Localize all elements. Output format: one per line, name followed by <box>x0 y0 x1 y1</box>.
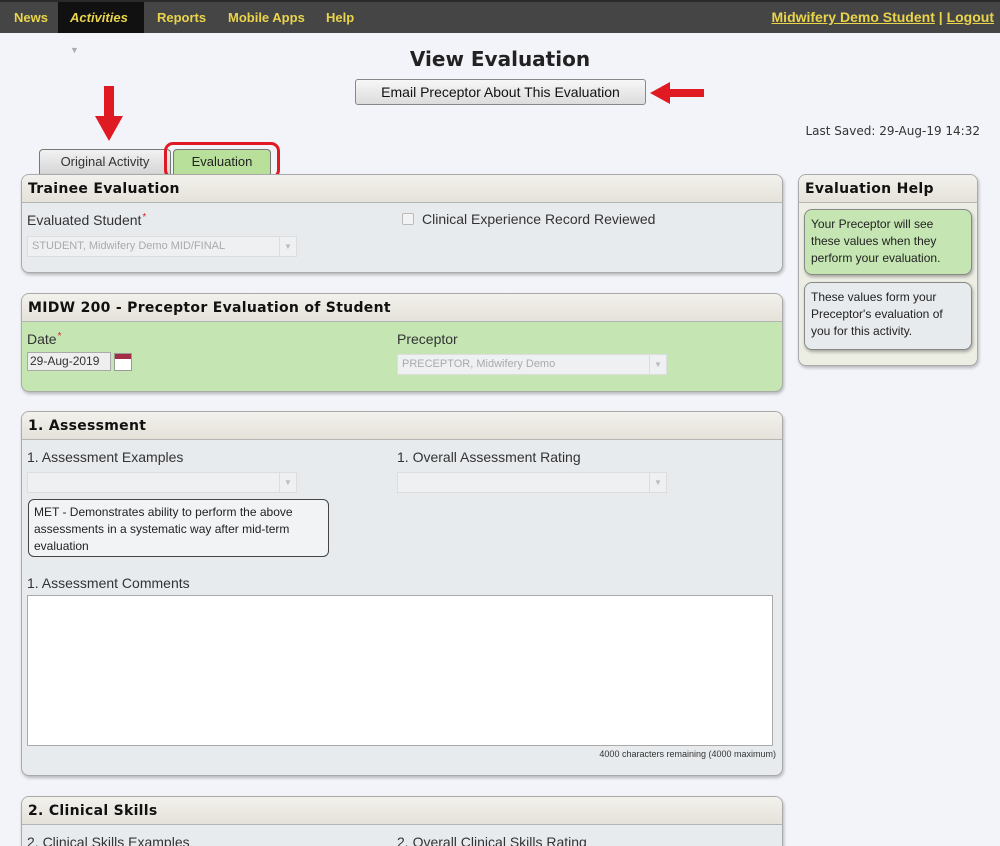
characters-remaining-text: 4000 characters remaining (4000 maximum) <box>599 749 776 759</box>
evaluated-student-label-text: Evaluated Student <box>27 212 142 228</box>
evaluated-student-value: STUDENT, Midwifery Demo MID/FINAL <box>32 240 226 252</box>
preceptor-label: Preceptor <box>397 331 458 347</box>
trainee-evaluation-panel: Trainee Evaluation Evaluated Student* ST… <box>21 174 783 273</box>
course-evaluation-panel: MIDW 200 - Preceptor Evaluation of Stude… <box>21 293 783 392</box>
assessment-rating-note: MET - Demonstrates ability to perform th… <box>28 499 329 557</box>
date-label: Date* <box>27 331 61 347</box>
date-label-text: Date <box>27 331 57 347</box>
evaluation-help-heading: Evaluation Help <box>799 175 977 203</box>
evaluated-student-select[interactable]: STUDENT, Midwifery Demo MID/FINAL ▼ <box>27 236 297 257</box>
clinical-skills-panel: 2. Clinical Skills 2. Clinical Skills Ex… <box>21 796 783 846</box>
logout-link[interactable]: Logout <box>947 9 994 25</box>
evaluated-student-label: Evaluated Student* <box>27 212 146 228</box>
separator: | <box>938 9 943 25</box>
email-preceptor-button[interactable]: Email Preceptor About This Evaluation <box>355 79 646 105</box>
nav-mobile-apps[interactable]: Mobile Apps <box>228 2 305 33</box>
assessment-comments-textarea[interactable] <box>27 595 773 746</box>
chevron-down-icon: ▼ <box>279 237 296 256</box>
trainee-evaluation-heading: Trainee Evaluation <box>22 175 782 203</box>
calendar-icon[interactable] <box>114 353 132 371</box>
nav-news[interactable]: News <box>14 2 48 33</box>
clinical-record-label: Clinical Experience Record Reviewed <box>422 211 656 227</box>
assessment-rating-select[interactable]: ▼ <box>397 472 667 493</box>
nav-help[interactable]: Help <box>326 2 354 33</box>
chevron-down-icon: ▼ <box>649 355 666 374</box>
preceptor-select[interactable]: PRECEPTOR, Midwifery Demo ▼ <box>397 354 667 375</box>
assessment-panel: 1. Assessment 1. Assessment Examples ▼ 1… <box>21 411 783 776</box>
tab-original-activity[interactable]: Original Activity <box>39 149 171 175</box>
clinical-examples-label: 2. Clinical Skills Examples <box>27 834 190 846</box>
assessment-examples-select[interactable]: ▼ <box>27 472 297 493</box>
nav-reports[interactable]: Reports <box>157 2 206 33</box>
clinical-record-checkbox[interactable] <box>402 213 414 225</box>
last-saved-text: Last Saved: 29-Aug-19 14:32 <box>805 124 980 138</box>
nav-activities-label: Activities <box>70 10 128 25</box>
user-name-link[interactable]: Midwifery Demo Student <box>772 9 935 25</box>
annotation-arrow-down-icon <box>95 86 123 141</box>
clinical-skills-heading: 2. Clinical Skills <box>22 797 782 825</box>
help-bubble-preceptor-evaluation: These values form your Preceptor's evalu… <box>804 282 972 350</box>
help-bubble-preceptor-sees: Your Preceptor will see these values whe… <box>804 209 972 275</box>
clinical-rating-label: 2. Overall Clinical Skills Rating <box>397 834 587 846</box>
user-links: Midwifery Demo Student | Logout <box>772 2 994 33</box>
assessment-comments-label: 1. Assessment Comments <box>27 575 190 591</box>
evaluation-help-panel: Evaluation Help Your Preceptor will see … <box>798 174 978 366</box>
preceptor-value: PRECEPTOR, Midwifery Demo <box>402 358 556 370</box>
course-evaluation-heading: MIDW 200 - Preceptor Evaluation of Stude… <box>22 294 782 322</box>
required-icon: * <box>142 212 147 223</box>
assessment-heading: 1. Assessment <box>22 412 782 440</box>
assessment-examples-label: 1. Assessment Examples <box>27 449 184 465</box>
annotation-arrow-left-icon <box>650 82 704 104</box>
date-input[interactable]: 29-Aug-2019 <box>27 352 111 371</box>
page-title: View Evaluation <box>409 47 591 71</box>
nav-activities[interactable]: Activities ▼ <box>58 2 144 55</box>
assessment-rating-label: 1. Overall Assessment Rating <box>397 449 581 465</box>
chevron-down-icon: ▼ <box>649 473 666 492</box>
chevron-down-icon: ▼ <box>279 473 296 492</box>
top-nav-bar: News Activities ▼ Reports Mobile Apps He… <box>0 0 1000 55</box>
required-icon: * <box>57 331 62 342</box>
